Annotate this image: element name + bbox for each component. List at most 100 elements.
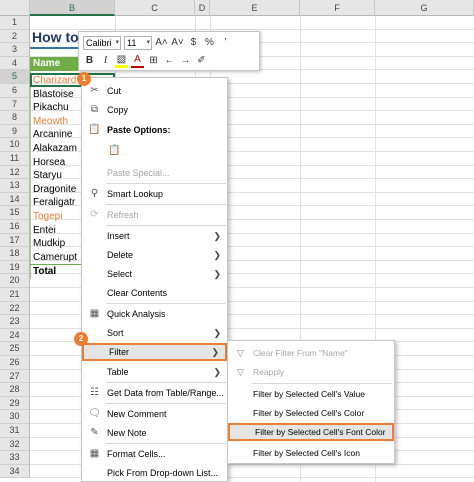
menu-item-quick-analysis[interactable]: ▦ Quick Analysis xyxy=(82,305,227,323)
row-header-22[interactable]: 22 xyxy=(0,301,30,316)
submenu-item-reapply[interactable]: ▽ Reapply xyxy=(228,363,394,381)
row-header-8[interactable]: 8 xyxy=(0,111,30,125)
column-header-b[interactable]: B xyxy=(30,0,115,16)
row-header-26[interactable]: 26 xyxy=(0,356,30,370)
italic-button[interactable]: I xyxy=(99,54,112,68)
submenu-item-filter-by-icon[interactable]: Filter by Selected Cell's Icon xyxy=(228,444,394,462)
format-cells-icon: ▦ xyxy=(89,448,100,459)
menu-item-copy[interactable]: ⧉ Copy xyxy=(82,101,227,119)
row-header-23[interactable]: 23 xyxy=(0,315,30,329)
menu-item-format-cells[interactable]: ▦ Format Cells... xyxy=(82,445,227,463)
row-header-25[interactable]: 25 xyxy=(0,342,30,356)
fill-color-icon[interactable]: ▧ xyxy=(115,54,128,68)
menu-item-pick-from-list[interactable]: Pick From Drop-down List... xyxy=(82,464,227,482)
menu-item-sort[interactable]: Sort ❯ xyxy=(82,324,227,342)
row-header-16[interactable]: 16 xyxy=(0,220,30,234)
row-header-15[interactable]: 15 xyxy=(0,206,30,220)
row-header-7[interactable]: 7 xyxy=(0,97,30,112)
decrease-decimal-icon[interactable]: → xyxy=(179,54,192,68)
borders-icon[interactable]: ⊞ xyxy=(147,54,160,68)
filter-submenu: ▽ Clear Filter From "Name" ▽ Reapply Filte… xyxy=(227,340,395,464)
row-header-5[interactable]: 5 xyxy=(0,70,30,84)
sheet-title: How to xyxy=(32,29,79,45)
row-header-4[interactable]: 4 xyxy=(0,56,30,71)
column-header-g[interactable]: G xyxy=(375,0,474,16)
decrease-font-icon[interactable]: A˅ xyxy=(171,36,184,50)
mini-toolbar: Calibri ▾ 11 ▾ A˄ A˅ $ % ’ B I ▧ A ⊞ ← → ✐ xyxy=(78,31,260,71)
paste-option-paste[interactable]: 📋 xyxy=(82,141,227,163)
submenu-item-filter-by-value[interactable]: Filter by Selected Cell's Value xyxy=(228,385,394,403)
comment-icon: 🗨 xyxy=(88,408,101,419)
submenu-item-clear-filter[interactable]: ▽ Clear Filter From "Name" xyxy=(228,344,394,362)
row-header-20[interactable]: 20 xyxy=(0,274,30,288)
row-header-30[interactable]: 30 xyxy=(0,410,30,424)
menu-item-insert[interactable]: Insert ❯ xyxy=(82,227,227,245)
row-header-27[interactable]: 27 xyxy=(0,369,30,384)
column-header-c[interactable]: C xyxy=(115,0,195,16)
row-header-18[interactable]: 18 xyxy=(0,247,30,261)
row-header-31[interactable]: 31 xyxy=(0,424,30,438)
row-header-32[interactable]: 32 xyxy=(0,437,30,452)
menu-item-new-comment[interactable]: 🗨 New Comment xyxy=(82,405,227,423)
row-header-6[interactable]: 6 xyxy=(0,84,30,98)
row-header-34[interactable]: 34 xyxy=(0,464,30,479)
row-header-12[interactable]: 12 xyxy=(0,165,30,180)
increase-font-icon[interactable]: A˄ xyxy=(155,36,168,50)
menu-item-clear-contents[interactable]: Clear Contents xyxy=(82,284,227,302)
font-size-box[interactable]: 11 ▾ xyxy=(124,36,152,50)
row-header-28[interactable]: 28 xyxy=(0,383,30,397)
refresh-icon: ⟳ xyxy=(90,209,99,220)
row-header-2[interactable]: 2 xyxy=(0,29,30,44)
menu-separator xyxy=(106,403,226,404)
reapply-icon: ▽ xyxy=(237,367,244,377)
select-all-corner[interactable] xyxy=(0,0,30,16)
column-header-e[interactable]: E xyxy=(210,0,300,16)
row-header-10[interactable]: 10 xyxy=(0,138,30,152)
menu-item-select[interactable]: Select ❯ xyxy=(82,265,227,283)
scissors-icon: ✂ xyxy=(90,85,99,96)
menu-item-get-data[interactable]: ☷ Get Data from Table/Range... xyxy=(82,384,227,402)
row-header-21[interactable]: 21 xyxy=(0,288,30,302)
menu-item-smart-lookup[interactable]: ⚲ Smart Lookup xyxy=(82,185,227,203)
font-color-icon[interactable]: A xyxy=(131,54,144,68)
step-badge-1: 1 xyxy=(77,72,91,86)
row-header-17[interactable]: 17 xyxy=(0,233,30,248)
format-painter-icon[interactable]: ✐ xyxy=(195,54,208,68)
row-header-24[interactable]: 24 xyxy=(0,328,30,343)
column-header-d[interactable]: D xyxy=(195,0,210,16)
row-header-14[interactable]: 14 xyxy=(0,192,30,207)
submenu-item-filter-by-font-color[interactable]: Filter by Selected Cell's Font Color xyxy=(228,423,394,441)
menu-item-cut[interactable]: ✂ Cut xyxy=(82,82,227,100)
menu-item-table[interactable]: Table ❯ xyxy=(82,363,227,381)
row-header-1[interactable]: 1 xyxy=(0,16,30,30)
row-header-11[interactable]: 11 xyxy=(0,152,30,166)
chevron-right-icon: ❯ xyxy=(213,328,221,338)
font-name-box[interactable]: Calibri ▾ xyxy=(83,36,121,50)
menu-separator xyxy=(106,382,226,383)
row-header-13[interactable]: 13 xyxy=(0,179,30,193)
grid-line xyxy=(30,28,474,30)
menu-item-paste-special[interactable]: Paste Special... xyxy=(82,164,227,182)
row-header-9[interactable]: 9 xyxy=(0,124,30,139)
menu-separator xyxy=(106,303,226,304)
menu-item-filter[interactable]: Filter ❯ xyxy=(82,343,227,361)
menu-item-refresh[interactable]: ⟳ Refresh xyxy=(82,206,227,224)
bold-button[interactable]: B xyxy=(83,54,96,68)
chevron-down-icon: ▾ xyxy=(146,39,150,46)
increase-decimal-icon[interactable]: ← xyxy=(163,54,176,68)
submenu-item-filter-by-color[interactable]: Filter by Selected Cell's Color xyxy=(228,404,394,422)
note-icon: ✎ xyxy=(90,427,99,438)
row-header-3[interactable]: 3 xyxy=(0,43,30,57)
comma-style-icon[interactable]: ’ xyxy=(219,36,232,50)
percent-icon[interactable]: % xyxy=(203,36,216,50)
menu-separator xyxy=(106,443,226,444)
row-header-29[interactable]: 29 xyxy=(0,396,30,411)
row-header-19[interactable]: 19 xyxy=(0,260,30,275)
copy-icon: ⧉ xyxy=(90,104,99,115)
step-badge-2: 2 xyxy=(74,332,88,346)
currency-icon[interactable]: $ xyxy=(187,36,200,50)
menu-item-new-note[interactable]: ✎ New Note xyxy=(82,424,227,442)
menu-item-delete[interactable]: Delete ❯ xyxy=(82,246,227,264)
row-header-33[interactable]: 33 xyxy=(0,451,30,465)
column-header-f[interactable]: F xyxy=(300,0,375,16)
